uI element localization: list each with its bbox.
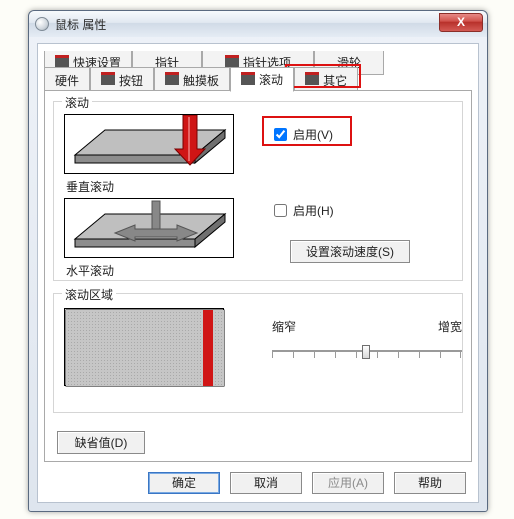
tab-label: 按钮	[119, 72, 143, 89]
tab-label: 其它	[323, 72, 347, 89]
vertical-scroll-caption: 垂直滚动	[66, 178, 114, 195]
mouse-properties-window: 鼠标 属性 X 快速设置 指针 指针选项 滑轮 硬件	[28, 10, 488, 512]
tab-icon	[165, 75, 179, 85]
apply-button[interactable]: 应用(A)	[312, 472, 384, 494]
client-area: 快速设置 指针 指针选项 滑轮 硬件 按钮 触摸板	[37, 43, 479, 503]
tab-icon	[305, 75, 319, 85]
group-scroll: 滚动 垂直滚动 启用(V)	[53, 101, 463, 281]
tab-other[interactable]: 其它	[294, 67, 358, 92]
tab-scroll[interactable]: 滚动	[230, 67, 294, 92]
tab-buttons[interactable]: 按钮	[90, 67, 154, 92]
ok-button[interactable]: 确定	[148, 472, 220, 494]
tab-icon	[241, 75, 255, 85]
close-button[interactable]: X	[439, 13, 483, 32]
group-scroll-label: 滚动	[62, 94, 92, 111]
scroll-zone-svg	[65, 309, 225, 387]
scroll-speed-label: 设置滚动速度(S)	[306, 245, 394, 259]
horizontal-scroll-caption: 水平滚动	[66, 262, 114, 279]
horizontal-scroll-illustration	[64, 198, 234, 258]
vertical-scroll-svg	[65, 115, 235, 175]
tab-hardware[interactable]: 硬件	[44, 67, 90, 92]
enable-vertical-input[interactable]	[274, 128, 287, 141]
horizontal-scroll-svg	[65, 199, 235, 259]
slider-track[interactable]	[272, 341, 462, 361]
window-title: 鼠标 属性	[55, 16, 106, 33]
tab-label: 触摸板	[183, 72, 219, 89]
tabs-row-2: 硬件 按钮 触摸板 滚动 其它	[38, 66, 358, 91]
tab-label: 滚动	[259, 71, 283, 88]
defaults-button[interactable]: 缺省值(D)	[57, 431, 145, 454]
enable-horizontal-checkbox[interactable]: 启用(H)	[274, 202, 334, 219]
cancel-button[interactable]: 取消	[230, 472, 302, 494]
vertical-scroll-illustration	[64, 114, 234, 174]
enable-horizontal-label: 启用(H)	[293, 202, 334, 219]
slider-thumb[interactable]	[362, 345, 370, 359]
tab-label: 硬件	[55, 72, 79, 89]
group-scroll-zone: 滚动区域	[53, 293, 463, 413]
enable-vertical-checkbox[interactable]: 启用(V)	[274, 126, 333, 143]
dialog-footer: 确定 取消 应用(A) 帮助	[38, 472, 478, 494]
tab-icon	[101, 75, 115, 85]
enable-vertical-label: 启用(V)	[293, 126, 333, 143]
group-zone-label: 滚动区域	[62, 286, 116, 303]
slider-narrow-label: 缩窄	[272, 318, 296, 335]
slider-labels: 缩窄 增宽	[272, 318, 462, 335]
slider-widen-label: 增宽	[438, 318, 462, 335]
enable-horizontal-input[interactable]	[274, 204, 287, 217]
tab-touchpad[interactable]: 触摸板	[154, 67, 230, 92]
help-button[interactable]: 帮助	[394, 472, 466, 494]
zone-width-slider[interactable]: 缩窄 增宽	[272, 318, 462, 361]
app-icon	[35, 17, 49, 31]
scroll-speed-button[interactable]: 设置滚动速度(S)	[290, 240, 410, 263]
defaults-label: 缺省值(D)	[75, 436, 128, 450]
titlebar[interactable]: 鼠标 属性 X	[29, 11, 487, 37]
tab-page-scroll: 滚动 垂直滚动 启用(V)	[44, 90, 472, 462]
scroll-zone-illustration	[64, 308, 224, 386]
